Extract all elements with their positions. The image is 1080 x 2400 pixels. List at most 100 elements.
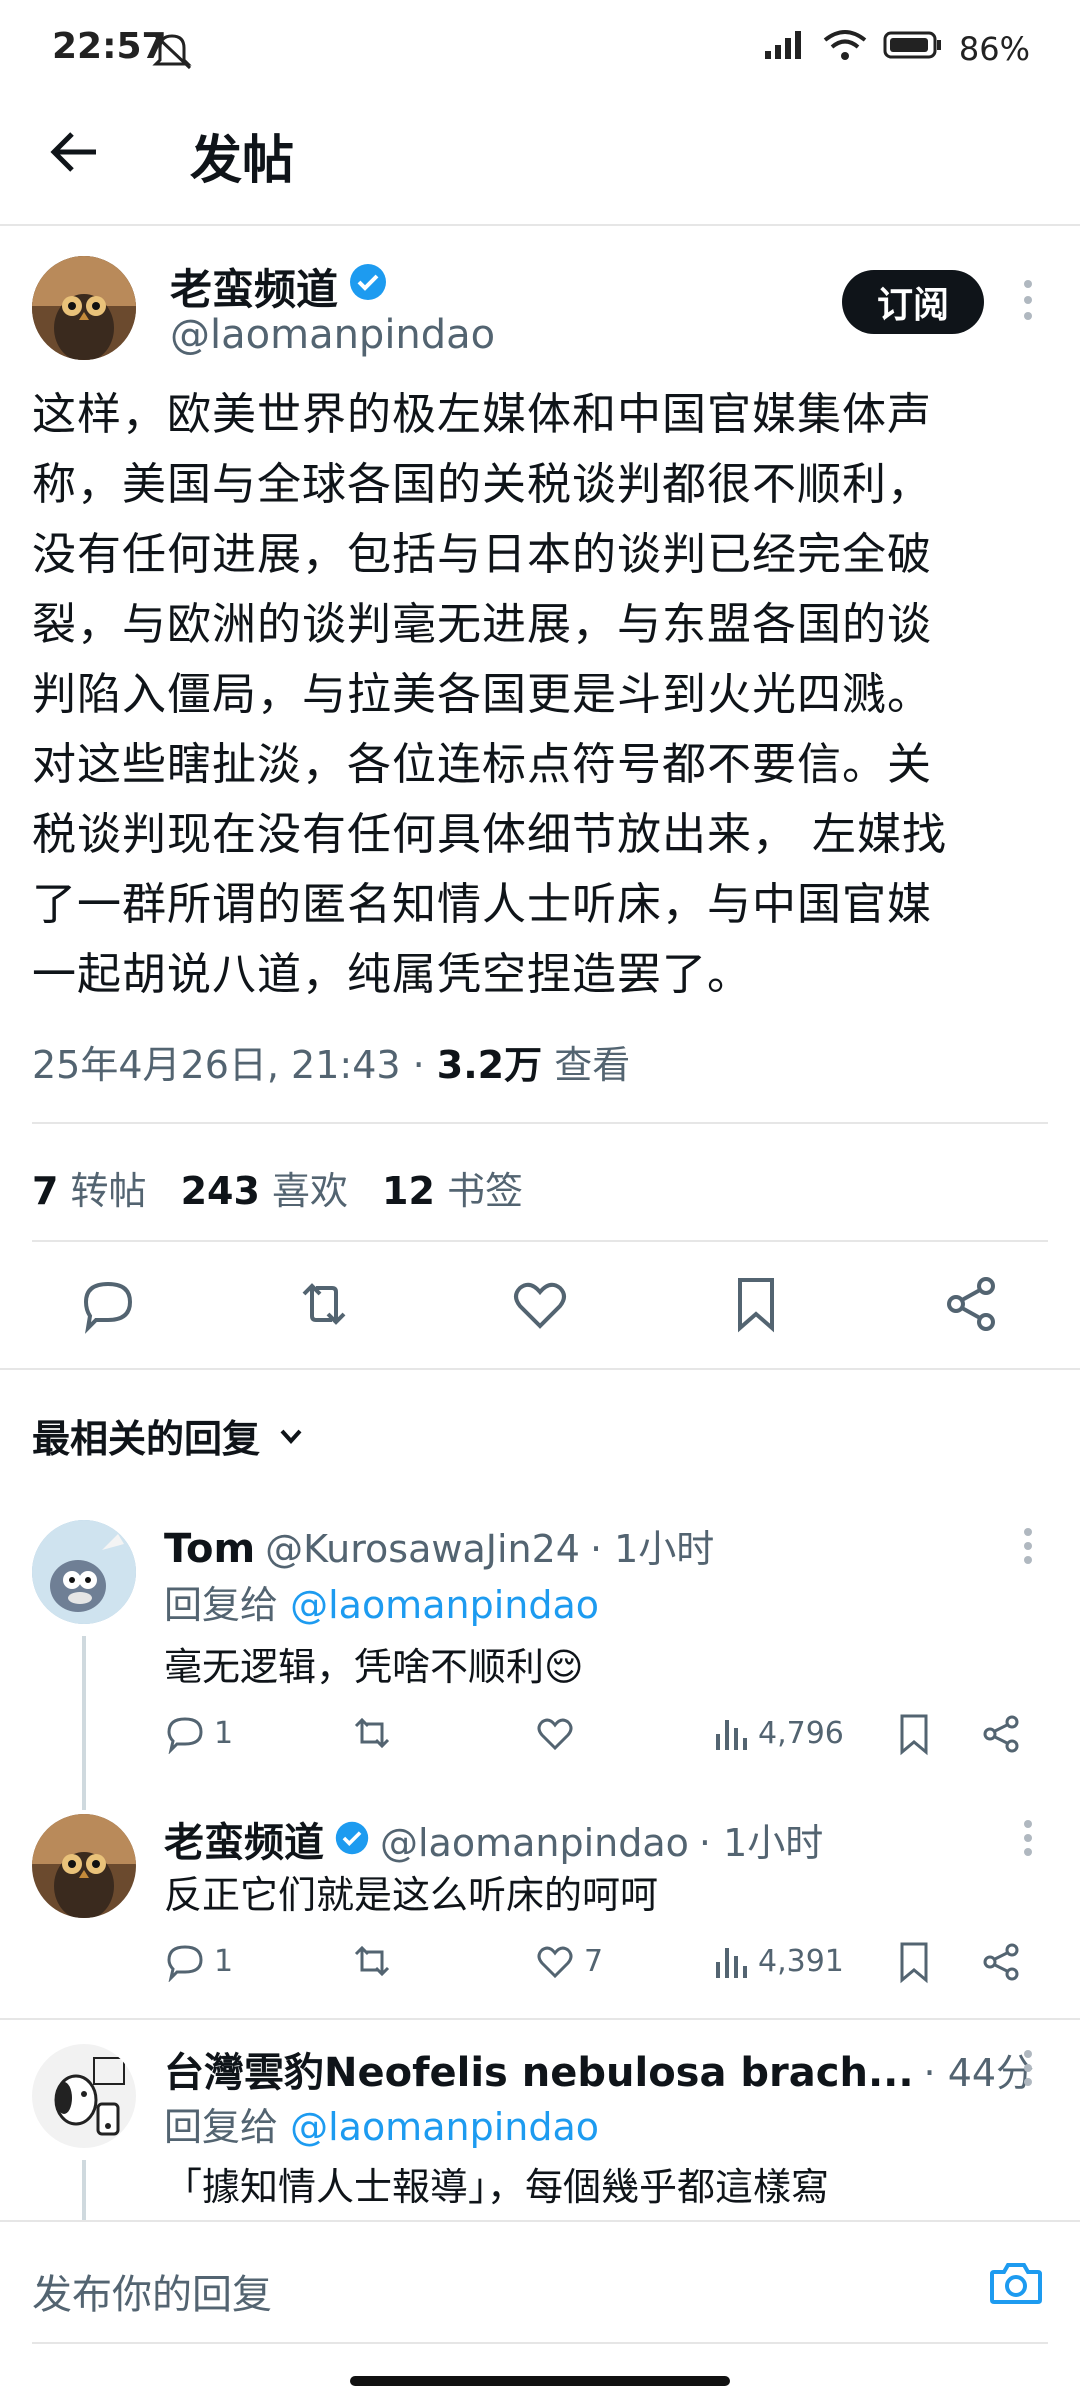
thread-line (82, 2160, 86, 2220)
arrow-left-icon (50, 132, 96, 172)
repost-icon (302, 1283, 346, 1325)
author-avatar[interactable] (32, 256, 136, 360)
reply-views-count: 4,391 (758, 1943, 844, 1979)
heart-icon (514, 1282, 566, 1329)
likes-stat[interactable]: 243 喜欢 (181, 1160, 348, 1215)
likes-count: 243 (180, 1169, 260, 1213)
battery-percent: 86% (958, 30, 1030, 68)
reply-avatar[interactable] (32, 2044, 136, 2148)
reply-header: 台灣雲豹Neofelis nebulosa brach... · 44分 (164, 2040, 1034, 2098)
reply-to-prefix: 回复给 (164, 2105, 291, 2149)
reposts-stat[interactable]: 7 转帖 (32, 1160, 147, 1215)
reply-avatar[interactable] (32, 1520, 136, 1624)
bookmarks-count: 12 (382, 1169, 435, 1213)
reply-input[interactable]: 发布你的回复 (32, 2262, 272, 2320)
reply-text: 反正它们就是这么听床的呵呵 (164, 1873, 659, 1917)
post-line: 对这些瞎扯淡，各位连标点符号都不要信。关 (32, 739, 932, 790)
reply-repost-button[interactable] (350, 1712, 402, 1754)
reply-bookmark-button[interactable] (894, 1940, 934, 1984)
reply-views-button[interactable]: 4,391 (712, 1940, 844, 1982)
reply-time: · 44分 (923, 2051, 1035, 2095)
more-options-button[interactable] (1020, 278, 1036, 326)
reply-bookmark-button[interactable] (894, 1712, 934, 1756)
battery-icon (883, 30, 943, 68)
reply-sort-label: 最相关的回复 (32, 1417, 261, 1461)
post-line: 税谈判现在没有任何具体细节放出来， 左媒找 (32, 809, 947, 860)
camera-button[interactable] (988, 2258, 1044, 2312)
likes-label: 喜欢 (271, 1169, 348, 1213)
repost-icon (354, 1945, 390, 1977)
share-icon (947, 1277, 995, 1331)
owl-avatar-icon (32, 256, 136, 360)
reply-to-handle-link[interactable]: @laomanpindao (290, 1583, 599, 1627)
repost-button[interactable] (292, 1272, 356, 1336)
reply-author-name[interactable]: Tom (164, 1526, 255, 1572)
reply-repost-button[interactable] (350, 1940, 402, 1982)
heart-icon (537, 1718, 573, 1751)
subscribe-button[interactable]: 订阅 (842, 270, 984, 334)
verified-badge-icon (335, 1821, 369, 1855)
like-button[interactable] (508, 1272, 572, 1336)
reply-avatar[interactable] (32, 1814, 136, 1918)
reply-sort-dropdown[interactable]: 最相关的回复 (32, 1408, 308, 1463)
reposts-label: 转帖 (70, 1169, 147, 1213)
post-line: 裂，与欧洲的谈判毫无进展，与东盟各国的谈 (32, 599, 932, 650)
reply-time: · 1小时 (698, 1821, 824, 1865)
post-stats: 7 转帖 243 喜欢 12 书签 (32, 1160, 523, 1215)
divider (32, 1240, 1048, 1242)
reply-to-prefix: 回复给 (164, 1583, 291, 1627)
views-label: 查看 (542, 1043, 631, 1087)
share-button[interactable] (940, 1272, 1004, 1336)
repost-icon (354, 1717, 390, 1749)
reply-more-button[interactable] (1020, 2048, 1036, 2092)
bookmarks-stat[interactable]: 12 书签 (382, 1160, 523, 1215)
reply-text: 「據知情人士報導」，每個幾乎都這樣寫 (164, 2165, 830, 2209)
views-count: 3.2万 (436, 1043, 543, 1087)
reply-like-button[interactable] (534, 1712, 584, 1754)
more-vertical-icon (1024, 1820, 1032, 1856)
share-icon (983, 1943, 1019, 1981)
reply-button[interactable] (76, 1272, 140, 1336)
reply-share-button[interactable] (980, 1712, 1024, 1756)
reply-share-button[interactable] (980, 1940, 1024, 1984)
bookmark-button[interactable] (724, 1272, 788, 1336)
verified-badge-icon (348, 262, 388, 306)
divider (32, 1122, 1048, 1124)
post-line: 一起胡说八道，纯属凭空捏造罢了。 (32, 949, 752, 1000)
reply-views-button[interactable]: 4,796 (712, 1712, 844, 1754)
divider (0, 2018, 1080, 2020)
reply-like-count: 7 (584, 1943, 604, 1979)
bookmark-icon (900, 1942, 928, 1984)
home-indicator[interactable] (350, 2376, 730, 2386)
status-indicators: 86% (763, 28, 1030, 70)
reply-more-button[interactable] (1020, 1818, 1036, 1862)
reply-to-handle-link[interactable]: @laomanpindao (290, 2105, 599, 2149)
reply-author-handle[interactable]: @laomanpindao (380, 1821, 689, 1865)
bookmark-icon (900, 1714, 928, 1756)
reply-more-button[interactable] (1020, 1526, 1036, 1570)
post-body: 这样，欧美世界的极左媒体和中国官媒集体声 称，美国与全球各国的关税谈判都很不顺利… (32, 380, 1052, 1010)
reply-author-name[interactable]: 老蛮频道 (164, 1810, 324, 1868)
divider (0, 1368, 1080, 1370)
reply-like-button[interactable]: 7 (534, 1940, 603, 1982)
back-button[interactable] (44, 122, 104, 182)
reply-time: · 1小时 (589, 1527, 715, 1571)
post-timestamp: 25年4月26日, 21:43 · (32, 1043, 437, 1087)
reply-to-line: 回复给 @laomanpindao (164, 1574, 599, 1629)
camera-icon (990, 2263, 1042, 2304)
more-vertical-icon (1024, 280, 1032, 320)
reply-author-name[interactable]: 台灣雲豹Neofelis nebulosa brach... (164, 2040, 914, 2098)
author-handle[interactable]: @laomanpindao (170, 312, 495, 358)
post-line: 称，美国与全球各国的关税谈判都很不顺利， (32, 459, 932, 510)
reposts-count: 7 (32, 1169, 59, 1213)
bookmark-icon (738, 1278, 774, 1333)
reply-text: 毫无逻辑，凭啥不顺利😌 (164, 1645, 584, 1689)
reply-comment-button[interactable]: 1 (164, 1940, 233, 1982)
post-line: 没有任何进展，包括与日本的谈判已经完全破 (32, 529, 932, 580)
author-name[interactable]: 老蛮频道 (170, 256, 338, 317)
reply-comment-button[interactable]: 1 (164, 1712, 233, 1754)
reply-header: 老蛮频道 @laomanpindao · 1小时 (164, 1810, 823, 1868)
reply-author-handle[interactable]: @KurosawaJin24 (265, 1527, 580, 1571)
views-chart-icon (716, 1948, 747, 1978)
divider (32, 2342, 1048, 2344)
